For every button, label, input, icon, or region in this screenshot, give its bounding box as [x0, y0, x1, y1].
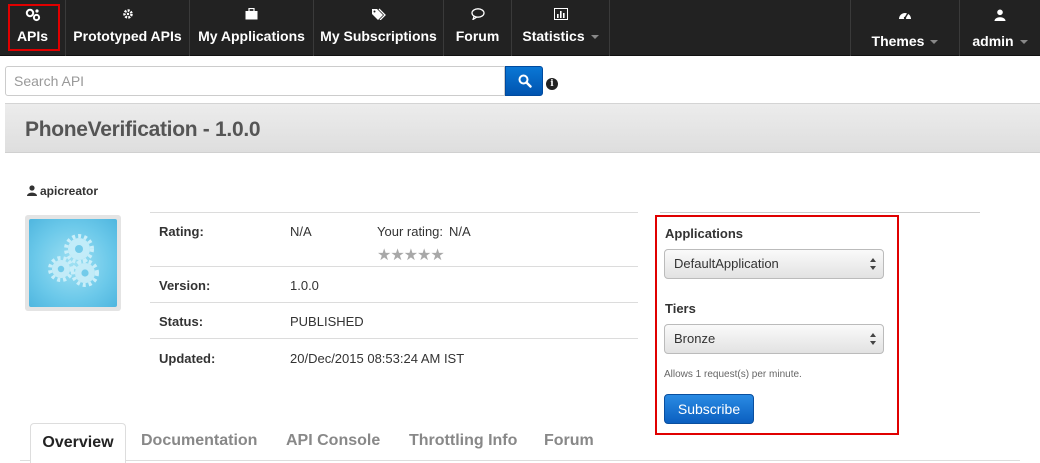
nav-statistics-label-wrap: Statistics — [512, 28, 609, 44]
updated-label: Updated: — [159, 351, 216, 366]
info-icon[interactable]: i — [546, 78, 558, 90]
tab-overview[interactable]: Overview — [30, 423, 126, 463]
caret-down-icon — [930, 40, 939, 45]
tabs-divider — [20, 460, 1020, 461]
nav-my-subscriptions[interactable]: My Subscriptions — [314, 0, 444, 56]
nav-forum[interactable]: Forum — [444, 0, 512, 56]
tags-icon — [314, 8, 443, 22]
subscribe-button[interactable]: Subscribe — [664, 394, 754, 424]
api-thumbnail — [25, 215, 121, 311]
creator-name: apicreator — [40, 184, 99, 198]
briefcase-icon — [190, 8, 313, 22]
nav-apis[interactable]: APIs — [0, 0, 66, 56]
nav-themes-label: Themes — [871, 33, 925, 49]
version-row: Version: 1.0.0 — [150, 266, 638, 302]
updated-value: 20/Dec/2015 08:53:24 AM IST — [290, 351, 465, 366]
your-rating-value: N/A — [449, 224, 471, 239]
status-label: Status: — [159, 314, 204, 329]
nav-themes[interactable]: Themes — [850, 0, 960, 56]
nav-statistics[interactable]: Statistics — [512, 0, 610, 56]
application-select-value: DefaultApplication — [674, 256, 779, 271]
nav-forum-label: Forum — [455, 28, 500, 44]
highlight-box — [8, 4, 60, 51]
search-input[interactable] — [5, 66, 505, 96]
api-gears-image — [29, 219, 117, 307]
user-icon — [960, 9, 1040, 23]
version-label: Version: — [159, 278, 211, 293]
nav-my-applications[interactable]: My Applications — [190, 0, 314, 56]
your-rating-label: Your rating: — [377, 224, 444, 239]
comment-icon — [444, 8, 511, 22]
tab-throttling-info[interactable]: Throttling Info — [409, 432, 517, 450]
nav-user-label: admin — [972, 33, 1014, 49]
version-value: 1.0.0 — [290, 278, 319, 293]
rating-stars[interactable]: ★★★★★ — [377, 245, 445, 265]
rating-label: Rating: — [159, 224, 204, 239]
dashboard-icon — [851, 9, 959, 23]
tiers-label: Tiers — [665, 301, 696, 316]
user-icon — [27, 185, 37, 196]
subscribe-panel: Applications DefaultApplication Tiers Br… — [655, 215, 899, 435]
rating-value: N/A — [290, 224, 312, 239]
nav-statistics-label: Statistics — [522, 28, 585, 44]
gear-icon — [66, 8, 189, 22]
nav-prototyped-apis-label: Prototyped APIs — [73, 28, 182, 44]
tier-description: Allows 1 request(s) per minute. — [664, 369, 802, 380]
search-button[interactable] — [505, 66, 543, 96]
nav-user-label-wrap: admin — [960, 33, 1040, 49]
tab-forum[interactable]: Forum — [544, 432, 594, 450]
select-arrows-icon — [870, 333, 876, 345]
divider — [660, 212, 980, 213]
caret-down-icon — [1019, 40, 1028, 45]
rating-row: Rating: N/A Your rating: N/A ★★★★★ — [150, 212, 638, 266]
nav-my-applications-label: My Applications — [198, 28, 305, 44]
creator: apicreator — [27, 184, 98, 198]
tab-api-console[interactable]: API Console — [286, 432, 380, 450]
nav-user-menu[interactable]: admin — [960, 0, 1040, 56]
applications-label: Applications — [665, 226, 744, 241]
title-band: PhoneVerification - 1.0.0 — [5, 103, 1040, 153]
select-arrows-icon — [870, 258, 876, 270]
tier-select-value: Bronze — [674, 331, 716, 346]
application-select[interactable]: DefaultApplication — [664, 249, 884, 279]
nav-themes-label-wrap: Themes — [851, 33, 959, 49]
top-navbar: APIs Prototyped APIs My Applications My … — [0, 0, 1040, 56]
updated-row: Updated: 20/Dec/2015 08:53:24 AM IST — [150, 338, 638, 374]
status-row: Status: PUBLISHED — [150, 302, 638, 338]
tab-documentation[interactable]: Documentation — [141, 432, 257, 450]
nav-prototyped-apis[interactable]: Prototyped APIs — [66, 0, 190, 56]
tier-select[interactable]: Bronze — [664, 324, 884, 354]
status-value: PUBLISHED — [290, 314, 364, 329]
search-icon — [518, 74, 532, 88]
nav-my-subscriptions-label: My Subscriptions — [320, 28, 437, 44]
chart-icon — [512, 8, 609, 22]
caret-down-icon — [590, 35, 599, 40]
page-title: PhoneVerification - 1.0.0 — [25, 118, 261, 141]
